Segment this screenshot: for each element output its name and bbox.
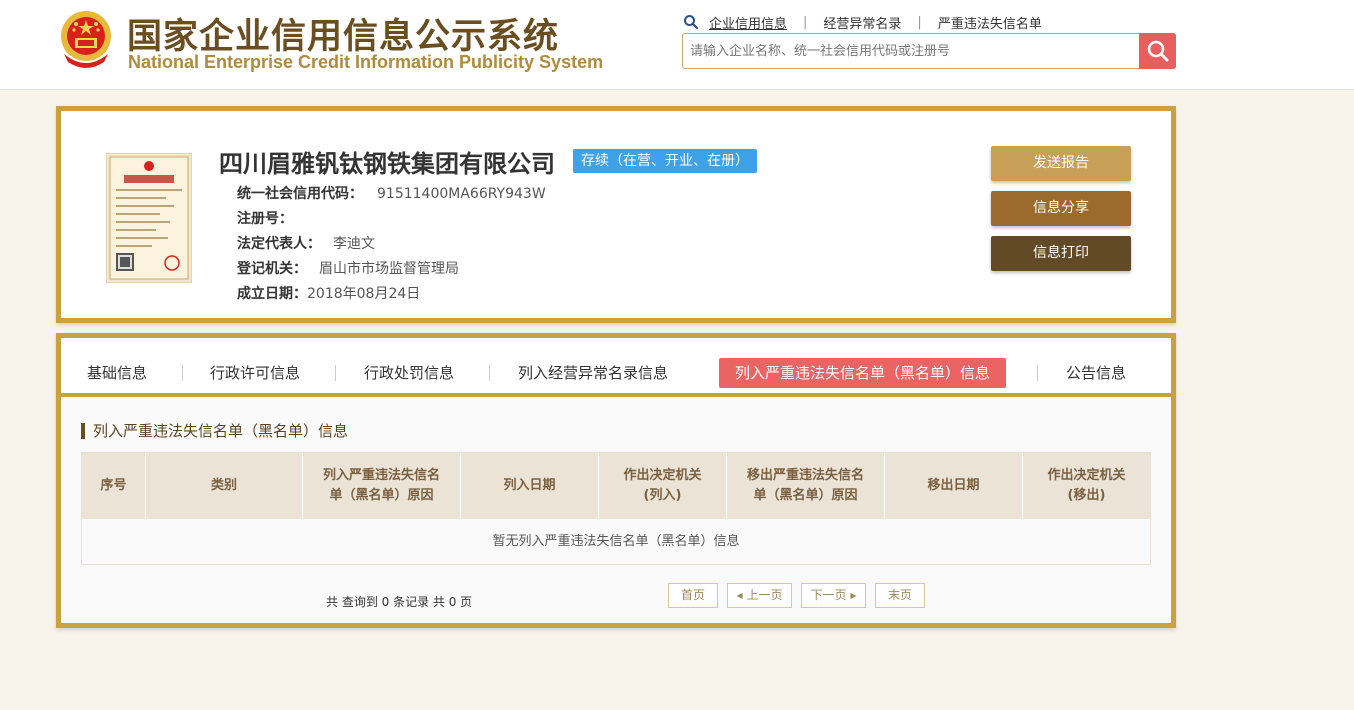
- search-icon: [1147, 40, 1168, 62]
- tab-admin-license[interactable]: 行政许可信息: [210, 358, 300, 388]
- share-info-button[interactable]: 信息分享: [991, 191, 1131, 226]
- col-header-index: 序号: [82, 453, 146, 519]
- blacklist-table: 序号 类别 列入严重违法失信名 单（黑名单）原因 列入日期 作出决定机关 (列入) …: [81, 452, 1151, 565]
- credit-code-value: 91511400MA66RY943W: [377, 186, 546, 202]
- reg-no-label: 注册号：: [237, 211, 293, 227]
- tab-separator: [489, 365, 490, 381]
- next-page-label: 下一页: [810, 588, 847, 602]
- info-row-reg-no: 注册号：: [237, 208, 293, 228]
- nav-link-enterprise-credit[interactable]: 企业信用信息: [709, 13, 787, 32]
- prev-page-button[interactable]: ◀ 上一页: [727, 583, 792, 608]
- tab-separator: [335, 365, 336, 381]
- legal-rep-value: 李迪文: [333, 236, 375, 252]
- empty-table-message: 暂无列入严重违法失信名单（黑名单）信息: [82, 519, 1150, 564]
- section-title: 列入严重违法失信名单（黑名单）信息: [81, 423, 348, 439]
- prev-page-label: 上一页: [746, 588, 783, 602]
- last-page-button[interactable]: 末页: [875, 583, 925, 608]
- tab-basic-info[interactable]: 基础信息: [87, 358, 147, 388]
- status-badge: 存续（在营、开业、在册）: [573, 149, 757, 173]
- search-input[interactable]: [683, 34, 1139, 68]
- founded-value: 2018年08月24日: [307, 286, 421, 302]
- chevron-left-icon: ◀: [736, 591, 743, 600]
- company-card: 四川眉雅钒钛钢铁集团有限公司 存续（在营、开业、在册） 统一社会信用代码： 915…: [56, 106, 1176, 323]
- legal-rep-label: 法定代表人：: [237, 236, 321, 252]
- tab-separator: [182, 365, 183, 381]
- top-nav: 企业信用信息 | 经营异常名录 | 严重违法失信名单: [683, 12, 1042, 32]
- site-title-en: National Enterprise Credit Information P…: [128, 52, 604, 72]
- info-row-credit-code: 统一社会信用代码： 91511400MA66RY943W: [237, 183, 546, 203]
- col-header-list-authority: 作出决定机关 (列入): [599, 453, 727, 519]
- founded-label: 成立日期：: [237, 286, 307, 302]
- tab-separator: [1037, 365, 1038, 381]
- tab-abnormal-list[interactable]: 列入经营异常名录信息: [518, 358, 668, 388]
- next-page-button[interactable]: 下一页 ▶: [801, 583, 866, 608]
- col-header-list-date: 列入日期: [461, 453, 599, 519]
- national-emblem-icon: [61, 11, 111, 68]
- info-row-legal-rep: 法定代表人： 李迪文: [237, 233, 375, 253]
- business-license-image[interactable]: [106, 153, 192, 283]
- search-button[interactable]: [1139, 33, 1176, 69]
- send-report-button[interactable]: 发送报告: [991, 146, 1131, 181]
- authority-label: 登记机关：: [237, 261, 307, 277]
- detail-panel: 基础信息 行政许可信息 行政处罚信息 列入经营异常名录信息 列入严重违法失信名单…: [56, 333, 1176, 628]
- authority-value: 眉山市市场监督管理局: [319, 261, 459, 277]
- nav-separator: |: [803, 14, 808, 30]
- nav-separator: |: [917, 14, 922, 30]
- search-icon: [684, 15, 699, 30]
- record-count: 共 查询到 0 条记录 共 0 页: [326, 595, 473, 609]
- tab-bar: 基础信息 行政许可信息 行政处罚信息 列入经营异常名录信息 列入严重违法失信名单…: [61, 338, 1171, 397]
- site-header: 国家企业信用信息公示系统 National Enterprise Credit …: [0, 0, 1354, 90]
- col-header-remove-reason: 移出严重违法失信名 单（黑名单）原因: [727, 453, 885, 519]
- tab-announcements[interactable]: 公告信息: [1066, 358, 1126, 388]
- col-header-category: 类别: [146, 453, 303, 519]
- col-header-remove-authority: 作出决定机关 (移出): [1047, 468, 1126, 503]
- chevron-right-icon: ▶: [850, 591, 857, 600]
- col-header-list-reason: 列入严重违法失信名 单（黑名单）原因: [303, 453, 461, 519]
- table-header: 序号 类别 列入严重违法失信名 单（黑名单）原因 列入日期 作出决定机关 (列入) …: [82, 453, 1150, 519]
- first-page-button[interactable]: 首页: [668, 583, 718, 608]
- nav-link-blacklist[interactable]: 严重违法失信名单: [938, 13, 1042, 32]
- credit-code-label: 统一社会信用代码：: [237, 186, 363, 202]
- info-row-authority: 登记机关： 眉山市市场监督管理局: [237, 258, 459, 278]
- tab-blacklist[interactable]: 列入严重违法失信名单（黑名单）信息: [719, 358, 1007, 388]
- search-box: [682, 33, 1176, 69]
- info-row-founded: 成立日期：2018年08月24日: [237, 283, 420, 303]
- tab-admin-penalty[interactable]: 行政处罚信息: [364, 358, 454, 388]
- print-info-button[interactable]: 信息打印: [991, 236, 1131, 271]
- nav-link-abnormal-list[interactable]: 经营异常名录: [823, 13, 901, 32]
- company-name: 四川眉雅钒钛钢铁集团有限公司: [219, 150, 555, 178]
- col-header-remove-date: 移出日期: [885, 453, 1023, 519]
